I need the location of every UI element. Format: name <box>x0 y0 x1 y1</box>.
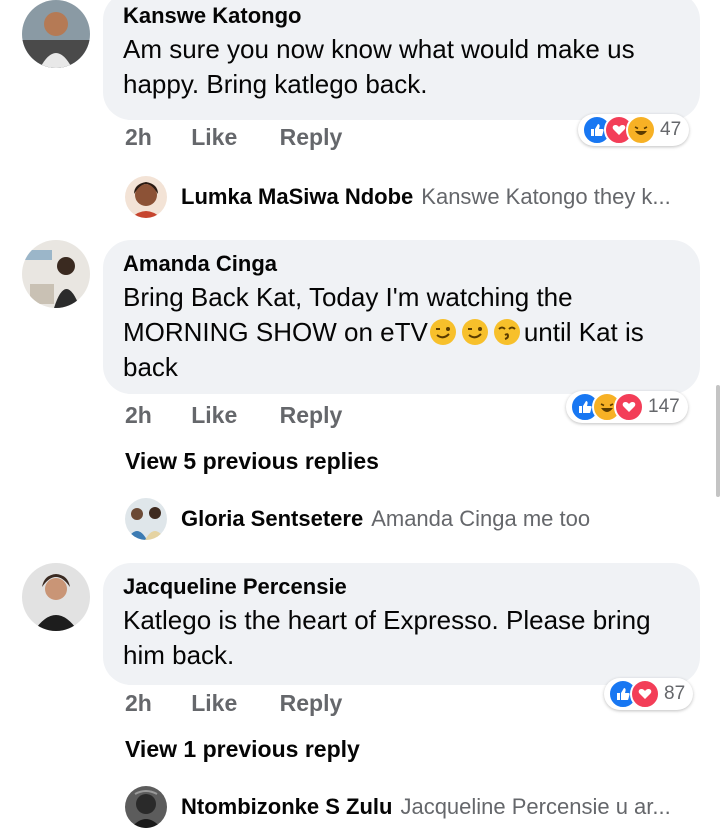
comment-bubble[interactable]: Jacqueline Percensie Katlego is the hear… <box>103 563 700 685</box>
comment-author[interactable]: Jacqueline Percensie <box>123 573 680 601</box>
comment-author[interactable]: Kanswe Katongo <box>123 2 680 30</box>
comment-text: Bring Back Kat, Today I'm watching the M… <box>123 280 680 385</box>
reply-button[interactable]: Reply <box>280 124 343 150</box>
reaction-summary[interactable]: 87 <box>604 678 694 710</box>
comment-actions: 2h Like Reply <box>125 124 378 151</box>
avatar[interactable] <box>22 0 90 68</box>
love-reaction-icon <box>614 392 644 422</box>
comment-time: 2h <box>125 690 152 716</box>
avatar[interactable] <box>22 563 90 631</box>
comment-actions: 2h Like Reply <box>125 690 378 717</box>
comment-time: 2h <box>125 402 152 428</box>
reply-button[interactable]: Reply <box>280 402 343 428</box>
comment-author[interactable]: Amanda Cinga <box>123 250 680 278</box>
reaction-count: 147 <box>648 396 680 417</box>
kissing-emoji-icon <box>493 319 520 345</box>
comment-actions: 2h Like Reply <box>125 402 378 429</box>
view-previous-replies-link[interactable]: View 5 previous replies <box>125 448 379 475</box>
reaction-count: 47 <box>660 119 682 140</box>
reply-author[interactable]: Lumka MaSiwa Ndobe <box>181 184 413 210</box>
scrollbar[interactable] <box>716 385 720 497</box>
reaction-count: 87 <box>664 683 686 704</box>
comment-time: 2h <box>125 124 152 150</box>
reply-text: Jacqueline Percensie u ar... <box>400 794 671 819</box>
comment-bubble[interactable]: Amanda Cinga Bring Back Kat, Today I'm w… <box>103 240 700 394</box>
love-reaction-icon <box>630 679 660 709</box>
wink-emoji-icon <box>461 319 488 345</box>
like-button[interactable]: Like <box>191 402 237 428</box>
haha-reaction-icon <box>626 115 656 145</box>
like-button[interactable]: Like <box>191 690 237 716</box>
comment-bubble[interactable]: Kanswe Katongo Am sure you now know what… <box>103 0 700 120</box>
reply-text: Amanda Cinga me too <box>371 506 591 531</box>
comment-text: Katlego is the heart of Expresso. Please… <box>123 605 651 670</box>
comment-text: Am sure you now know what would make us … <box>123 34 635 99</box>
avatar[interactable] <box>125 786 167 828</box>
avatar[interactable] <box>22 240 90 308</box>
reply-author[interactable]: Ntombizonke S Zulu <box>181 794 392 820</box>
like-button[interactable]: Like <box>191 124 237 150</box>
avatar[interactable] <box>125 176 167 218</box>
reply-preview[interactable]: Lumka MaSiwa Ndobe Kanswe Katongo they k… <box>125 176 671 218</box>
wink-emoji-icon <box>429 319 456 345</box>
reply-text: Kanswe Katongo they k... <box>421 184 671 209</box>
reply-preview[interactable]: Gloria Sentsetere Amanda Cinga me too <box>125 498 590 540</box>
reply-author[interactable]: Gloria Sentsetere <box>181 506 363 532</box>
reaction-summary[interactable]: 47 <box>578 114 690 146</box>
reaction-summary[interactable]: 147 <box>566 391 688 423</box>
reply-button[interactable]: Reply <box>280 690 343 716</box>
avatar[interactable] <box>125 498 167 540</box>
view-previous-replies-link[interactable]: View 1 previous reply <box>125 736 360 763</box>
reply-preview[interactable]: Ntombizonke S Zulu Jacqueline Percensie … <box>125 786 671 828</box>
